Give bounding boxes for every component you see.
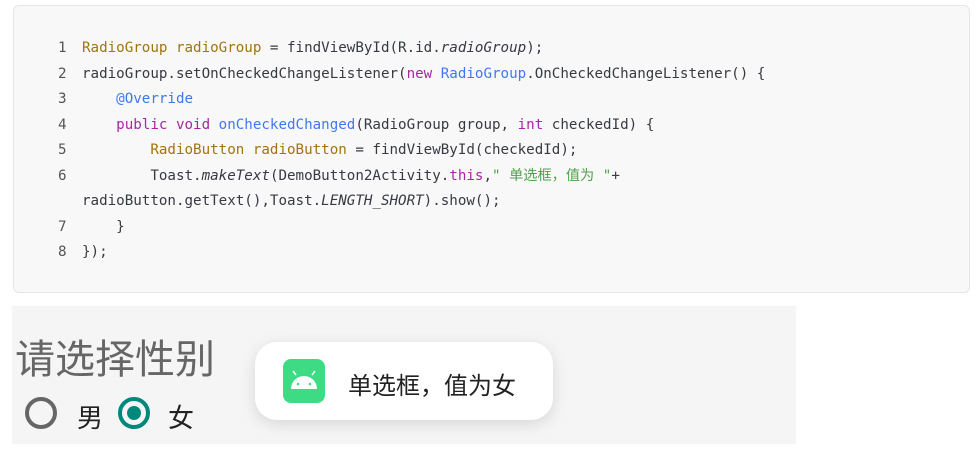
- line-number: 7: [58, 218, 67, 235]
- code-text: @Override: [82, 87, 193, 113]
- code-token: checkedId) {: [543, 116, 655, 133]
- gender-prompt: 请选择性别: [15, 337, 215, 383]
- code-line: 4 public void onCheckedChanged(RadioGrou…: [58, 113, 765, 139]
- line-number: 5: [58, 142, 67, 158]
- line-number: 3: [58, 91, 67, 107]
- radio-female[interactable]: [118, 397, 150, 429]
- radio-male[interactable]: [25, 397, 57, 429]
- code-token: onCheckedChanged: [218, 116, 356, 133]
- code-line: 2 radioGroup.setOnCheckedChangeListener(n…: [58, 62, 765, 88]
- code-text: }: [82, 215, 125, 241]
- code-text: });: [82, 240, 108, 266]
- code-line: 6 Toast.makeText(DemoButton2Activity.thi…: [58, 164, 765, 190]
- code-text: Toast.makeText(DemoButton2Activity.this,…: [82, 164, 620, 190]
- code-token: @Override: [116, 91, 194, 107]
- code-line: 5 RadioButton radioButton = findViewById…: [58, 138, 765, 164]
- code-token: radioGroup.setOnCheckedChangeListener(: [82, 65, 407, 82]
- code-token: makeText: [201, 167, 270, 184]
- code-token: RadioButton radioButton: [150, 142, 347, 158]
- code-token: });: [82, 244, 108, 260]
- code-lines: 1 RadioGroup radioGroup = findViewById(R.…: [58, 36, 765, 266]
- code-token: Toast.: [82, 167, 202, 184]
- code-text: RadioButton radioButton = findViewById(c…: [82, 138, 577, 164]
- code-token: .OnCheckedChangeListener() {: [526, 65, 766, 82]
- toast-message: 单选框，值为女: [348, 372, 516, 400]
- code-token: int: [517, 116, 544, 133]
- line-number: 8: [58, 244, 67, 260]
- code-line: 1 RadioGroup radioGroup = findViewById(R.…: [58, 36, 765, 62]
- code-token: new: [406, 65, 441, 82]
- line-number: 4: [58, 116, 67, 133]
- code-text: radioGroup.setOnCheckedChangeListener(ne…: [82, 62, 765, 88]
- code-token: RadioGroup: [440, 65, 527, 82]
- code-block: 1 RadioGroup radioGroup = findViewById(R.…: [13, 5, 970, 293]
- line-number: 1: [58, 40, 67, 56]
- line-number: 6: [58, 167, 67, 184]
- line-number: [58, 189, 82, 215]
- code-token: " 单选框，值为 ": [492, 167, 612, 184]
- radio-female-label[interactable]: 女: [168, 398, 194, 435]
- code-token: );: [526, 40, 544, 56]
- code-text: radioButton.getText(),Toast.LENGTH_SHORT…: [82, 189, 501, 215]
- code-token: LENGTH_SHORT: [321, 193, 424, 209]
- code-line: 8});: [58, 240, 765, 266]
- code-token: radioButton.getText(),Toast.: [82, 193, 322, 209]
- android-app-icon: [283, 359, 325, 403]
- code-token: public void: [116, 116, 219, 133]
- code-token: (RadioGroup group,: [355, 116, 518, 133]
- code-token: (DemoButton2Activity.: [269, 167, 450, 184]
- line-number: 2: [58, 65, 67, 82]
- code-text: public void onCheckedChanged(RadioGroup …: [82, 113, 654, 139]
- code-token: RadioGroup radioGroup: [82, 40, 270, 56]
- radio-male-label[interactable]: 男: [77, 398, 103, 435]
- code-token: radioGroup: [440, 40, 527, 56]
- code-token: ).show();: [423, 193, 501, 209]
- toast: 单选框，值为女: [255, 342, 553, 420]
- code-text: RadioGroup radioGroup = findViewById(R.i…: [82, 36, 543, 62]
- code-line: radioButton.getText(),Toast.LENGTH_SHORT…: [58, 189, 765, 215]
- code-line: 7 }: [58, 215, 765, 241]
- code-token: = findViewById(checkedId);: [346, 142, 578, 158]
- code-token: this: [449, 167, 484, 184]
- code-line: 3 @Override: [58, 87, 765, 113]
- code-token: +: [611, 167, 620, 184]
- code-token: = findViewById(R.id.: [269, 40, 441, 56]
- code-token: ,: [483, 167, 493, 184]
- code-token: }: [82, 218, 125, 235]
